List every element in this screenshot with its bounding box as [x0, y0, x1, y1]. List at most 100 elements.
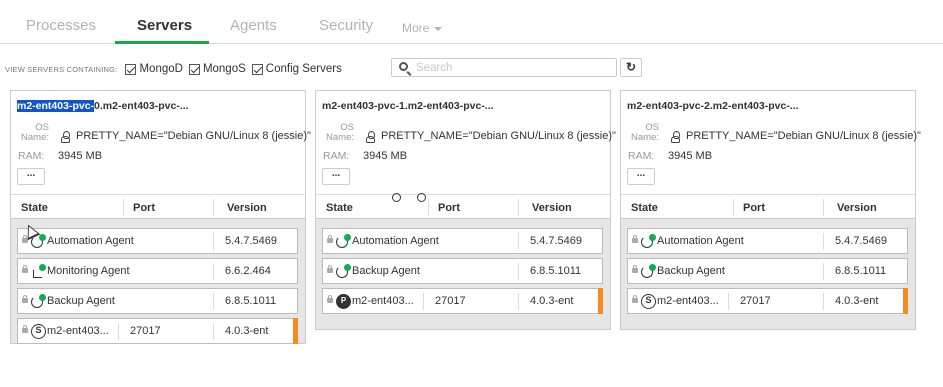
column-divider: [213, 323, 214, 340]
more-actions-button[interactable]: ...: [322, 168, 350, 185]
process-row[interactable]: Backup Agent 6.8.5.1011: [322, 258, 603, 284]
server-card: m2-ent403-pvc-1.m2-ent403-pvc-... OS Nam…: [315, 90, 616, 330]
process-row[interactable]: Backup Agent 6.8.5.1011: [627, 258, 908, 284]
warning-indicator: [293, 318, 298, 344]
process-port: 27017: [130, 325, 161, 337]
loading-dot-icon: [392, 193, 401, 202]
process-row[interactable]: Automation Agent 5.4.7.5469: [322, 228, 603, 254]
checkbox-mongos[interactable]: MongoS: [188, 63, 246, 75]
column-divider: [518, 293, 519, 310]
tab-more-label: More: [402, 21, 430, 35]
column-divider: [823, 233, 824, 250]
lock-icon: [327, 235, 333, 243]
process-row[interactable]: Backup Agent 6.8.5.1011: [17, 288, 298, 314]
ram-key: RAM:: [323, 150, 350, 162]
monitoring-agent-icon: [31, 264, 46, 279]
os-name-text: PRETTY_NAME="Debian GNU/Linux 8 (jessie)…: [686, 130, 921, 142]
backup-agent-icon: [641, 264, 656, 279]
server-title[interactable]: m2-ent403-pvc-2.m2-ent403-pvc-...: [627, 100, 799, 112]
server-filter: VIEW SERVERS CONTAINING: MongoD MongoS C…: [5, 60, 348, 78]
process-row[interactable]: P m2-ent403... 27017 4.0.3-ent: [322, 288, 603, 314]
header-version: Version: [227, 202, 267, 214]
os-name-value: PRETTY_NAME="Debian GNU/Linux 8 (jessie)…: [61, 130, 311, 143]
column-divider: [823, 199, 824, 216]
header-port: Port: [438, 202, 460, 214]
chevron-down-icon: [434, 26, 443, 31]
more-actions-button[interactable]: ...: [627, 168, 655, 185]
process-version: 5.4.7.5469: [835, 235, 887, 247]
ram-key: RAM:: [628, 150, 655, 162]
process-row[interactable]: S m2-ent403... 27017 4.0.3-ent: [17, 318, 298, 344]
process-port: 27017: [435, 295, 466, 307]
process-port: 27017: [740, 295, 771, 307]
server-card: m2-ent403-pvc-2.m2-ent403-pvc-... OS Nam…: [620, 90, 921, 330]
process-row[interactable]: Automation Agent 5.4.7.5469: [17, 228, 298, 254]
ram-key: RAM:: [18, 150, 45, 162]
column-divider: [213, 293, 214, 310]
process-version: 6.8.5.1011: [225, 295, 277, 307]
search-icon: [399, 62, 408, 71]
process-version: 4.0.3-ent: [225, 325, 269, 337]
lock-icon: [22, 325, 28, 333]
automation-agent-icon: [641, 234, 656, 249]
process-list: Automation Agent 5.4.7.5469 Backup Agent…: [316, 218, 610, 329]
column-divider: [428, 199, 429, 216]
backup-agent-icon: [31, 294, 46, 309]
process-row[interactable]: Automation Agent 5.4.7.5469: [627, 228, 908, 254]
checkbox-icon: [125, 63, 137, 75]
process-list: Automation Agent 5.4.7.5469 Backup Agent…: [621, 218, 915, 329]
lock-icon: [632, 265, 638, 273]
header-version: Version: [837, 202, 877, 214]
lock-icon: [22, 295, 28, 303]
process-version: 6.8.5.1011: [835, 265, 887, 277]
process-name: Backup Agent: [352, 265, 420, 277]
process-version: 4.0.3-ent: [835, 295, 879, 307]
tab-agents[interactable]: Agents: [230, 17, 277, 43]
column-divider: [213, 233, 214, 250]
column-divider: [823, 293, 824, 310]
server-title[interactable]: m2-ent403-pvc-1.m2-ent403-pvc-...: [322, 100, 494, 112]
process-name: Automation Agent: [657, 235, 744, 247]
linux-icon: [61, 130, 70, 143]
lock-icon: [327, 265, 333, 273]
process-version: 6.6.2.464: [225, 265, 271, 277]
os-name-value: PRETTY_NAME="Debian GNU/Linux 8 (jessie)…: [366, 130, 616, 143]
table-header: State Port Version: [11, 194, 305, 218]
tab-processes[interactable]: Processes: [26, 17, 96, 43]
ram-value: 3945 MB: [58, 150, 103, 162]
active-tab-indicator: [115, 41, 209, 44]
checkbox-mongod[interactable]: MongoD: [125, 63, 183, 75]
server-title-rest: m2-ent403-pvc-2.m2-ent403-pvc-...: [627, 100, 799, 112]
os-name-text: PRETTY_NAME="Debian GNU/Linux 8 (jessie)…: [381, 130, 616, 142]
refresh-icon: ↻: [625, 60, 637, 74]
tab-servers-label: Servers: [137, 17, 193, 34]
tab-servers[interactable]: Servers: [137, 17, 192, 43]
linux-icon: [671, 130, 680, 143]
column-divider: [728, 293, 729, 310]
process-name: m2-ent403...: [352, 295, 414, 307]
column-divider: [118, 323, 119, 340]
process-row[interactable]: Monitoring Agent 6.6.2.464: [17, 258, 298, 284]
process-row[interactable]: S m2-ent403... 27017 4.0.3-ent: [627, 288, 908, 314]
header-state: State: [631, 202, 658, 214]
server-title-rest: m2-ent403-pvc-1.m2-ent403-pvc-...: [322, 100, 494, 112]
process-name: Backup Agent: [657, 265, 725, 277]
standalone-icon: S: [31, 324, 46, 339]
os-name-value: PRETTY_NAME="Debian GNU/Linux 8 (jessie)…: [671, 130, 921, 143]
process-name: Monitoring Agent: [47, 265, 130, 277]
tab-security[interactable]: Security: [319, 17, 373, 43]
checkbox-label: Config Servers: [265, 63, 342, 75]
column-divider: [518, 199, 519, 216]
server-title[interactable]: m2-ent403-pvc-0.m2-ent403-pvc-...: [17, 100, 189, 112]
more-actions-button[interactable]: ...: [17, 168, 45, 185]
tab-more[interactable]: More: [402, 21, 443, 47]
column-divider: [213, 199, 214, 216]
lock-icon: [22, 265, 28, 273]
header-port: Port: [133, 202, 155, 214]
lock-icon: [327, 295, 333, 303]
refresh-button[interactable]: ↻: [620, 58, 642, 77]
search-input[interactable]: [416, 60, 612, 75]
header-state: State: [326, 202, 353, 214]
checkbox-config-servers[interactable]: Config Servers: [251, 63, 342, 75]
ram-value: 3945 MB: [668, 150, 713, 162]
